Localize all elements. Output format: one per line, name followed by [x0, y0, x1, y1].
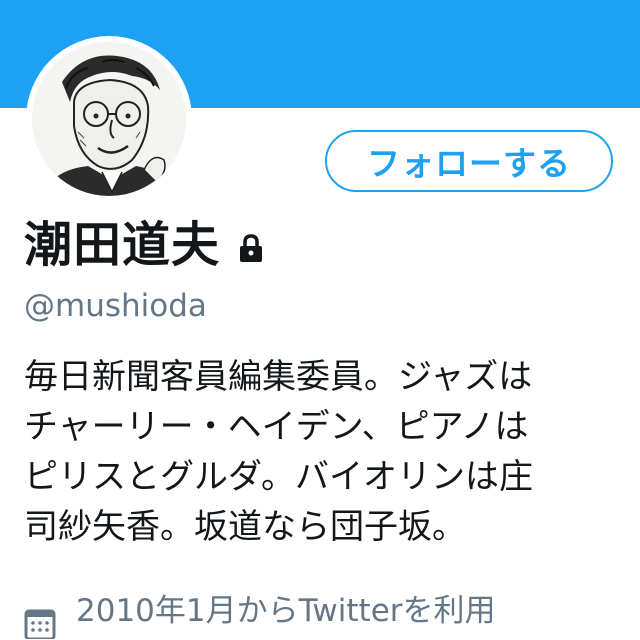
- profile-page: フォローする 潮田道夫 @mushioda 毎日新聞客員編集委員。ジャズは チャ…: [0, 0, 640, 640]
- bio-line: 毎日新聞客員編集委員。ジャズは: [24, 357, 533, 397]
- profile-bio: 毎日新聞客員編集委員。ジャズは チャーリー・ヘイデン、ピアノは ピリスとグルダ。…: [24, 352, 624, 552]
- profile-handle: @mushioda: [24, 288, 207, 324]
- joined-date: 2010年1月からTwitterを利用: [24, 586, 496, 640]
- display-name: 潮田道夫: [24, 217, 221, 273]
- calendar-icon: [24, 609, 56, 640]
- bio-line: チャーリー・ヘイデン、ピアノは: [24, 407, 529, 447]
- name-row: 潮田道夫: [24, 212, 264, 278]
- avatar-image: [32, 42, 186, 196]
- follow-button-label: フォローする: [367, 144, 571, 183]
- follow-button[interactable]: フォローする: [325, 130, 613, 192]
- lock-icon: [238, 233, 264, 267]
- bio-line: ピリスとグルダ。バイオリンは庄: [24, 457, 533, 497]
- avatar[interactable]: [26, 36, 192, 202]
- joined-date-text: 2010年1月からTwitterを利用: [76, 592, 496, 629]
- bio-line: 司紗矢香。坂道なら団子坂。: [24, 507, 466, 547]
